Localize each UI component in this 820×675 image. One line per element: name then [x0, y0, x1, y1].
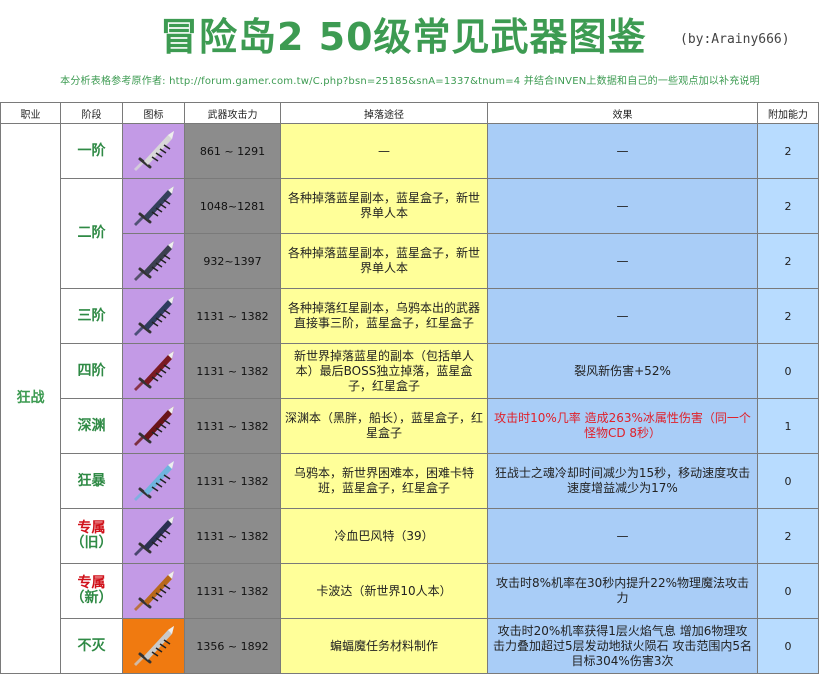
crimson-greatsword-icon	[128, 402, 180, 450]
icon-cell	[122, 508, 185, 564]
page-title: 冒险岛2 50级常见武器图鉴	[160, 15, 647, 59]
icon-cell	[122, 123, 185, 179]
bonus-cell: 2	[757, 233, 819, 289]
stage-cell: 不灭	[60, 618, 123, 674]
author-byline: (by:Arainy666)	[680, 32, 790, 47]
table-row: 狂战 一阶 861 ~ 1291 — — 2	[0, 123, 819, 674]
col-header-icon: 图标	[122, 102, 185, 124]
col-header-attack: 武器攻击力	[184, 102, 281, 124]
drop-cell: 冷血巴风特（39）	[280, 508, 488, 564]
icon-cell	[122, 563, 185, 619]
bonus-cell: 1	[757, 398, 819, 454]
effect-cell: 裂风新伤害+52%	[487, 343, 758, 399]
chain-greatsword-icon	[128, 512, 180, 560]
stage-cell: 四阶	[60, 343, 123, 399]
attack-cell: 1048~1281	[184, 178, 281, 234]
stage-cell: 专属 （新）	[60, 563, 123, 619]
effect-cell: 狂战士之魂冷却时间减少为15秒，移动速度攻击速度增益减少为17%	[487, 453, 758, 509]
table-header-row: 职业 阶段 图标 武器攻击力 掉落途径 效果 附加能力	[0, 102, 819, 124]
attack-cell: 1131 ~ 1382	[184, 343, 281, 399]
effect-cell: —	[487, 508, 758, 564]
icon-cell	[122, 618, 185, 674]
icon-cell	[122, 178, 185, 234]
ice-greatsword-icon	[128, 457, 180, 505]
table-row: 932~1397 各种掉落蓝星副本，蓝星盒子，新世界单人本 — 2	[1, 233, 819, 289]
effect-cell: 攻击时20%机率获得1层火焰气息 增加6物理攻击力叠加超过5层发动地狱火陨石 攻…	[487, 618, 758, 674]
bonus-cell: 0	[757, 453, 819, 509]
drop-cell: 乌鸦本，新世界困难本，困难卡特班，蓝星盒子，红星盒子	[280, 453, 488, 509]
attack-cell: 1131 ~ 1382	[184, 398, 281, 454]
effect-cell: 攻击时8%机率在30秒内提升22%物理魔法攻击力	[487, 563, 758, 619]
source-note: 本分析表格参考原作者: http://forum.gamer.com.tw/C.…	[60, 76, 760, 87]
table-row: 专属 （新） 1131 ~ 1382 卡波达（新世界10人本） 攻击时8%机率在3…	[1, 563, 819, 619]
effect-cell: —	[487, 233, 758, 289]
stage-cell: 三阶	[60, 288, 123, 344]
icon-cell	[122, 453, 185, 509]
bonus-cell: 2	[757, 178, 819, 234]
attack-cell: 1131 ~ 1382	[184, 453, 281, 509]
stage-cell: 专属 （旧）	[60, 508, 123, 564]
table-row: 四阶 1131 ~ 1382 新世界掉落蓝星的副本（包括单人本）最后BOSS独立…	[1, 343, 819, 399]
table-row: 不灭 1356 ~ 1892 蝙蝠魔任务材料制作 攻击时20%机率获得1层火焰气…	[1, 618, 819, 674]
dark-greatsword-icon	[128, 182, 180, 230]
silver-greatsword-icon	[128, 622, 180, 670]
stage-cell: 二阶	[60, 178, 123, 289]
stage-label-top: 专属	[77, 575, 106, 591]
dark-greatsword-icon	[128, 237, 180, 285]
stage-cell: 一阶	[60, 123, 123, 179]
golden-greatsword-icon	[128, 567, 180, 615]
effect-cell: 攻击时10%几率 造成263%冰属性伤害（同一个怪物CD 8秒）	[487, 398, 758, 454]
effect-cell: —	[487, 288, 758, 344]
table-row: 三阶 1131 ~ 1382 各种掉落红星副本，乌鸦本出的武器直接事三阶，蓝星盒…	[1, 288, 819, 344]
drop-cell: 深渊本（黑胖，船长），蓝星盒子，红星盒子	[280, 398, 488, 454]
drop-cell: 新世界掉落蓝星的副本（包括单人本）最后BOSS独立掉落，蓝星盒子，红星盒子	[280, 343, 488, 399]
stage-cell: 深渊	[60, 398, 123, 454]
attack-cell: 861 ~ 1291	[184, 123, 281, 179]
drop-cell: 各种掉落红星副本，乌鸦本出的武器直接事三阶，蓝星盒子，红星盒子	[280, 288, 488, 344]
col-header-effect: 效果	[487, 102, 758, 124]
icon-cell	[122, 233, 185, 289]
table-row: 专属 （旧） 1131 ~ 1382 冷血巴风特（39） — 2	[1, 508, 819, 564]
drop-cell: 蝙蝠魔任务材料制作	[280, 618, 488, 674]
effect-cell: —	[487, 178, 758, 234]
icon-cell	[122, 288, 185, 344]
table-row: 狂暴 1131 ~ 1382 乌鸦本，新世界困难本，困难卡特班，蓝星盒子，红星盒…	[1, 453, 819, 509]
effect-cell: —	[487, 123, 758, 179]
attack-cell: 1131 ~ 1382	[184, 563, 281, 619]
bonus-cell: 2	[757, 508, 819, 564]
col-header-stage: 阶段	[60, 102, 123, 124]
stage-cell: 狂暴	[60, 453, 123, 509]
drop-cell: 各种掉落蓝星副本，蓝星盒子，新世界单人本	[280, 233, 488, 289]
bonus-cell: 0	[757, 343, 819, 399]
col-header-drop: 掉落途径	[280, 102, 488, 124]
crimson-greatsword-icon	[128, 347, 180, 395]
attack-cell: 1131 ~ 1382	[184, 508, 281, 564]
bonus-cell: 2	[757, 123, 819, 179]
attack-cell: 1131 ~ 1382	[184, 288, 281, 344]
drop-cell: 各种掉落蓝星副本，蓝星盒子，新世界单人本	[280, 178, 488, 234]
dark-greatsword-icon	[128, 292, 180, 340]
icon-cell	[122, 343, 185, 399]
col-header-job: 职业	[0, 102, 61, 124]
bonus-cell: 0	[757, 618, 819, 674]
attack-cell: 932~1397	[184, 233, 281, 289]
stage-label-top: 专属	[77, 520, 106, 536]
col-header-bonus: 附加能力	[757, 102, 819, 124]
title-area: 冒险岛2 50级常见武器图鉴 (by:Arainy666)	[0, 0, 820, 68]
table-row: 二阶 1048~1281 各种掉落蓝星副本，蓝星盒子，新世界单人本 — 2	[1, 178, 819, 289]
attack-cell: 1356 ~ 1892	[184, 618, 281, 674]
drop-cell: 卡波达（新世界10人本）	[280, 563, 488, 619]
job-cell: 狂战	[0, 123, 61, 674]
table-row: 深渊 1131 ~ 1382 深渊本（黑胖，船长），蓝星盒子，红星盒子 攻击时1…	[1, 398, 819, 454]
bonus-cell: 0	[757, 563, 819, 619]
white-greatsword-icon	[128, 127, 180, 175]
icon-cell	[122, 398, 185, 454]
stage-label-bottom: （新）	[70, 590, 113, 606]
drop-cell: —	[280, 123, 488, 179]
stage-label-bottom: （旧）	[70, 535, 113, 551]
bonus-cell: 2	[757, 288, 819, 344]
weapon-table: 职业 阶段 图标 武器攻击力 掉落途径 效果 附加能力 狂战 一阶 861 ~ …	[0, 102, 819, 674]
